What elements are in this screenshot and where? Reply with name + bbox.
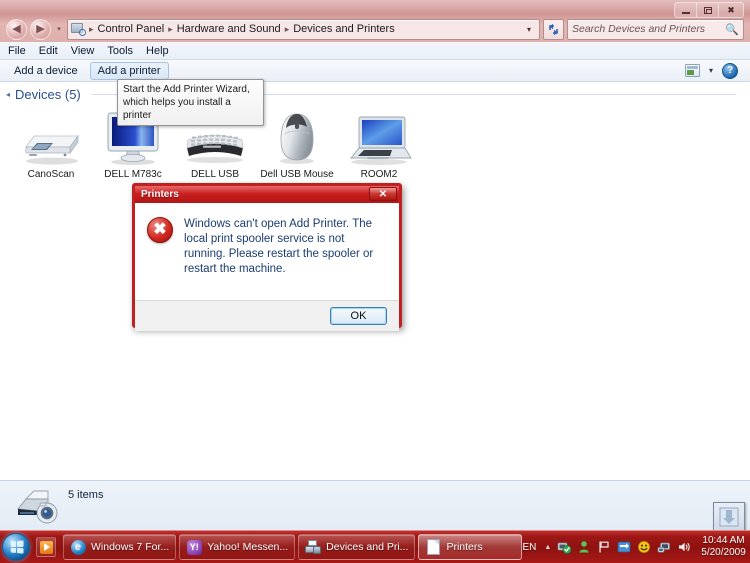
menu-view[interactable]: View [71, 45, 95, 57]
dialog-title: Printers [141, 189, 179, 200]
breadcrumb-hardware-and-sound[interactable]: Hardware and Sound [174, 23, 284, 35]
menu-edit[interactable]: Edit [39, 45, 58, 57]
scanner-icon [15, 108, 87, 166]
yahoo-messenger-icon: Y! [186, 539, 202, 555]
download-widget[interactable] [713, 502, 745, 532]
dialog-footer: OK [135, 300, 399, 331]
windows-logo-icon [10, 540, 24, 554]
device-label: Dell USB Mouse [260, 169, 334, 180]
devices-group-header[interactable]: ◂ Devices (5) [6, 87, 736, 102]
recent-pages-dropdown[interactable]: ▾ [54, 19, 64, 39]
taskbar-item-printers[interactable]: Printers [418, 534, 523, 560]
language-indicator[interactable]: EN [522, 542, 536, 553]
devices-group-title: Devices (5) [15, 87, 81, 102]
mouse-icon [261, 108, 333, 166]
address-bar-row: ◀ ▶ ▾ ▸ Control Panel ▸ Hardware and Sou… [0, 16, 750, 42]
add-printer-button[interactable]: Add a printer [89, 61, 169, 80]
address-dropdown-icon[interactable]: ▾ [521, 25, 537, 34]
device-label: ROOM2 [360, 169, 398, 180]
error-icon: ✖ [147, 217, 173, 243]
system-tray: EN ▲ 10:44 AM 5/20/2009 [522, 531, 750, 563]
menu-help[interactable]: Help [146, 45, 169, 57]
internet-explorer-icon: e [70, 539, 86, 555]
media-player-icon[interactable] [36, 537, 56, 557]
flag-icon[interactable] [597, 540, 611, 554]
devices-printers-icon [305, 539, 322, 555]
taskbar-item-windows7forums[interactable]: e Windows 7 For... [63, 534, 177, 560]
search-icon: 🔍 [725, 23, 739, 36]
status-item-count: 5 items [68, 489, 104, 501]
dialog-titlebar: Printers ✕ [135, 186, 399, 203]
breadcrumb-devices-and-printers[interactable]: Devices and Printers [290, 23, 398, 35]
search-box[interactable]: Search Devices and Printers 🔍 [567, 18, 744, 40]
taskbar-item-label: Devices and Pri... [326, 541, 409, 553]
taskbar-item-label: Windows 7 For... [91, 541, 170, 553]
change-view-icon[interactable] [684, 64, 700, 77]
devices-and-printers-icon [16, 487, 60, 525]
download-arrow-icon [719, 507, 739, 527]
device-label: CanoScan [27, 169, 75, 180]
menu-file[interactable]: File [8, 45, 26, 57]
search-input[interactable]: Search Devices and Printers [572, 23, 725, 35]
help-icon[interactable]: ? [722, 62, 738, 79]
clock-date: 5/20/2009 [701, 547, 746, 558]
taskbar-item-devices-and-printers[interactable]: Devices and Pri... [298, 534, 416, 560]
taskbar: e Windows 7 For... Y! Yahoo! Messen... D… [0, 530, 750, 563]
clock[interactable]: 10:44 AM 5/20/2009 [697, 535, 749, 559]
chevron-down-icon[interactable]: ▾ [709, 66, 713, 75]
restore-button[interactable] [697, 3, 719, 17]
add-printer-tooltip: Start the Add Printer Wizard, which help… [117, 79, 264, 126]
messenger-smiley-icon[interactable] [637, 540, 651, 554]
start-button[interactable] [2, 533, 30, 561]
taskbar-item-label: Printers [446, 541, 483, 553]
clock-time: 10:44 AM [702, 535, 745, 546]
status-bar: 5 items [0, 480, 750, 530]
close-button[interactable]: ✖ [719, 3, 743, 17]
refresh-icon [549, 23, 558, 35]
menu-tools[interactable]: Tools [107, 45, 133, 57]
volume-icon[interactable] [677, 540, 691, 554]
dialog-message: Windows can't open Add Printer. The loca… [184, 218, 374, 275]
control-panel-icon [71, 22, 86, 36]
refresh-button[interactable] [543, 18, 564, 40]
quick-launch [36, 537, 61, 557]
toolbar-right-group: ▾ ? [684, 62, 744, 79]
tooltip-text: Start the Add Printer Wizard, which help… [123, 84, 250, 121]
minimize-button[interactable] [675, 3, 697, 17]
dialog-close-button[interactable]: ✕ [369, 187, 397, 201]
collapse-triangle-icon[interactable]: ◂ [6, 90, 10, 99]
menu-bar: File Edit View Tools Help [0, 42, 750, 60]
network-icon[interactable] [657, 540, 671, 554]
taskbar-item-yahoo-messenger[interactable]: Y! Yahoo! Messen... [179, 534, 296, 560]
ok-button[interactable]: OK [330, 307, 387, 325]
forward-button[interactable]: ▶ [30, 18, 51, 40]
device-item-canoscan[interactable]: CanoScan [10, 108, 92, 180]
action-center-icon[interactable] [557, 540, 572, 554]
user-icon[interactable] [577, 540, 591, 554]
device-item-dell-usb-mouse[interactable]: Dell USB Mouse [256, 108, 338, 180]
show-hidden-icons-chevron[interactable]: ▲ [544, 544, 551, 551]
laptop-icon [343, 108, 415, 166]
taskbar-tasks: e Windows 7 For... Y! Yahoo! Messen... D… [63, 534, 523, 560]
taskbar-item-label: Yahoo! Messen... [207, 541, 289, 553]
network-sync-icon[interactable] [617, 540, 631, 554]
device-label: DELL M783c [104, 169, 162, 180]
command-toolbar: Add a device Add a printer ▾ ? [0, 60, 750, 82]
back-button[interactable]: ◀ [6, 18, 27, 40]
printers-error-dialog: Printers ✕ ✖ Windows can't open Add Prin… [132, 183, 402, 331]
dialog-body: ✖ Windows can't open Add Printer. The lo… [135, 203, 399, 300]
document-icon [425, 539, 441, 555]
address-bar[interactable]: ▸ Control Panel ▸ Hardware and Sound ▸ D… [67, 18, 540, 40]
add-device-button[interactable]: Add a device [6, 62, 86, 80]
device-label: DELL USB [191, 169, 239, 180]
breadcrumb-control-panel[interactable]: Control Panel [95, 23, 168, 35]
device-item-room2[interactable]: ROOM2 [338, 108, 420, 180]
